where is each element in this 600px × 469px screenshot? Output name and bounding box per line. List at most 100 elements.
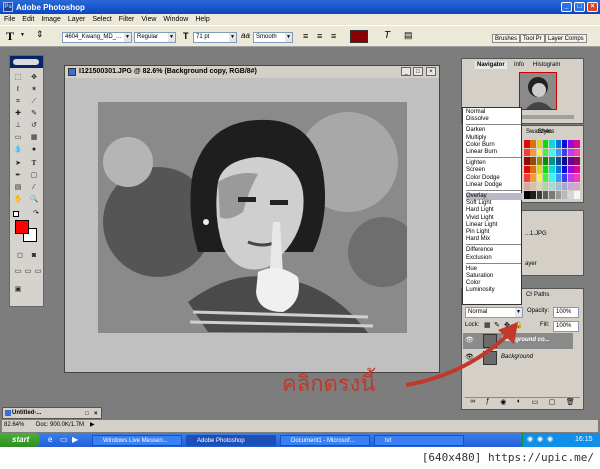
swatch[interactable] <box>568 148 574 156</box>
swatch[interactable] <box>568 174 574 182</box>
eraser-tool-icon[interactable]: ▭ <box>12 132 24 143</box>
swatch[interactable] <box>574 157 580 165</box>
font-size-select[interactable]: 71 pt ▼ <box>193 32 237 43</box>
swatch[interactable] <box>549 148 555 156</box>
blend-mode-option[interactable]: Linear Light <box>466 222 497 228</box>
swatch[interactable] <box>536 182 543 190</box>
fill-field[interactable]: 100% <box>553 321 579 332</box>
type-tool-icon[interactable]: T <box>6 29 14 44</box>
blend-mode-option[interactable]: Exclusion <box>466 255 492 261</box>
restore-icon[interactable]: □ <box>85 409 89 419</box>
blend-mode-option[interactable]: Overlay <box>466 193 487 199</box>
adjustment-icon[interactable]: ◐ <box>517 398 521 407</box>
palettes-icon[interactable]: ▤ <box>404 30 413 41</box>
clock[interactable]: 16:15 <box>575 436 593 443</box>
blend-mode-option[interactable]: Linear Dodge <box>466 182 502 188</box>
swatch[interactable] <box>542 182 549 190</box>
chevron-down-icon[interactable]: ▼ <box>20 32 25 38</box>
doc-close-button[interactable]: × <box>426 67 436 76</box>
blend-mode-dropdown[interactable]: Normal Dissolve Darken Multiply Color Burn Li… <box>462 107 522 305</box>
minimized-document[interactable]: Untitled-... □ × <box>2 407 102 419</box>
link-icon[interactable]: ∞ <box>470 398 475 407</box>
quick-mask-icon[interactable]: ◙ <box>28 250 40 261</box>
history-brush-icon[interactable]: ↺ <box>28 120 40 131</box>
swatch[interactable] <box>530 182 536 190</box>
shape-tool-icon[interactable]: ▢ <box>28 170 40 181</box>
menu-file[interactable]: File <box>4 16 15 23</box>
tray-icon[interactable]: ◉ <box>547 435 553 443</box>
align-center-icon[interactable]: ≡ <box>317 31 322 41</box>
swatch[interactable] <box>542 140 549 148</box>
image-canvas[interactable] <box>98 102 407 333</box>
swatch[interactable] <box>549 191 555 199</box>
swatch[interactable] <box>561 165 568 173</box>
tab-histogram[interactable]: Histogram <box>531 61 562 69</box>
tab-paths[interactable]: Paths <box>532 291 552 299</box>
blend-mode-option[interactable]: Saturation <box>466 273 493 279</box>
font-style-select[interactable]: Regular ▼ <box>134 32 176 43</box>
orientation-toggle-icon[interactable]: ⇕ <box>36 29 44 40</box>
swatch[interactable] <box>524 165 530 173</box>
align-left-icon[interactable]: ≡ <box>303 31 308 41</box>
foreground-color-swatch[interactable] <box>15 220 29 234</box>
quicklaunch-media-icon[interactable]: ▶ <box>72 435 78 444</box>
swatch[interactable] <box>549 165 555 173</box>
healing-brush-icon[interactable]: ✚ <box>12 108 24 119</box>
quicklaunch-desktop-icon[interactable]: ▭ <box>60 435 68 444</box>
swatch[interactable] <box>561 174 568 182</box>
tray-icon[interactable]: ◉ <box>527 435 533 443</box>
blend-mode-option[interactable]: Color Dodge <box>466 175 500 181</box>
blend-mode-option[interactable]: Linear Burn <box>466 149 497 155</box>
blend-mode-option[interactable]: Luminosity <box>466 287 495 293</box>
swatch[interactable] <box>555 182 561 190</box>
blend-mode-option[interactable]: Multiply <box>466 135 486 141</box>
swatch[interactable] <box>536 165 543 173</box>
lasso-tool-icon[interactable]: ℓ <box>12 84 24 95</box>
mask-icon[interactable]: ◉ <box>500 398 506 407</box>
menu-filter[interactable]: Filter <box>119 16 135 23</box>
navigator-thumbnail[interactable] <box>519 72 557 110</box>
folder-icon[interactable]: ▭ <box>532 398 539 407</box>
default-colors-icon[interactable] <box>13 211 19 217</box>
menu-select[interactable]: Select <box>92 16 111 23</box>
swap-colors-icon[interactable]: ↷ <box>33 209 39 217</box>
swatch[interactable] <box>555 148 561 156</box>
swatch[interactable] <box>568 140 574 148</box>
swatch[interactable] <box>536 157 543 165</box>
blend-mode-option[interactable]: Pin Light <box>466 229 489 235</box>
swatch[interactable] <box>555 191 561 199</box>
swatch[interactable] <box>530 140 536 148</box>
minimize-button[interactable]: _ <box>561 2 572 12</box>
swatch[interactable] <box>542 174 549 182</box>
menu-view[interactable]: View <box>141 16 156 23</box>
antialias-select[interactable]: Smooth ▼ <box>253 32 293 43</box>
blend-mode-option[interactable]: Hard Light <box>466 207 494 213</box>
menu-layer[interactable]: Layer <box>68 16 86 23</box>
doc-maximize-button[interactable]: □ <box>413 67 423 76</box>
swatch[interactable] <box>549 157 555 165</box>
brush-tool-icon[interactable]: ✎ <box>28 108 40 119</box>
swatch[interactable] <box>524 191 530 199</box>
swatch[interactable] <box>530 191 536 199</box>
blend-mode-option[interactable]: Color Burn <box>466 142 495 148</box>
swatch[interactable] <box>555 165 561 173</box>
imageready-icon[interactable]: ▣ <box>12 284 24 295</box>
crop-tool-icon[interactable]: ⌗ <box>12 96 24 107</box>
tray-icon[interactable]: ◉ <box>537 435 543 443</box>
blend-mode-option[interactable]: Darken <box>466 127 485 133</box>
swatch[interactable] <box>542 191 549 199</box>
swatch[interactable] <box>574 174 580 182</box>
doc-minimize-button[interactable]: _ <box>401 67 411 76</box>
trash-icon[interactable]: 🗑 <box>566 398 575 407</box>
swatch[interactable] <box>574 140 580 148</box>
blend-mode-option[interactable]: Difference <box>466 247 493 253</box>
screen-mode-full-icon[interactable]: ▭ <box>32 266 44 277</box>
swatch[interactable] <box>542 148 549 156</box>
tab-navigator[interactable]: Navigator <box>475 61 507 69</box>
swatch[interactable] <box>536 174 543 182</box>
tab-brushes[interactable]: Brushes <box>492 34 521 43</box>
swatch[interactable] <box>574 182 580 190</box>
swatch[interactable] <box>574 148 580 156</box>
new-layer-icon[interactable]: ▢ <box>549 398 556 407</box>
swatch[interactable] <box>555 157 561 165</box>
